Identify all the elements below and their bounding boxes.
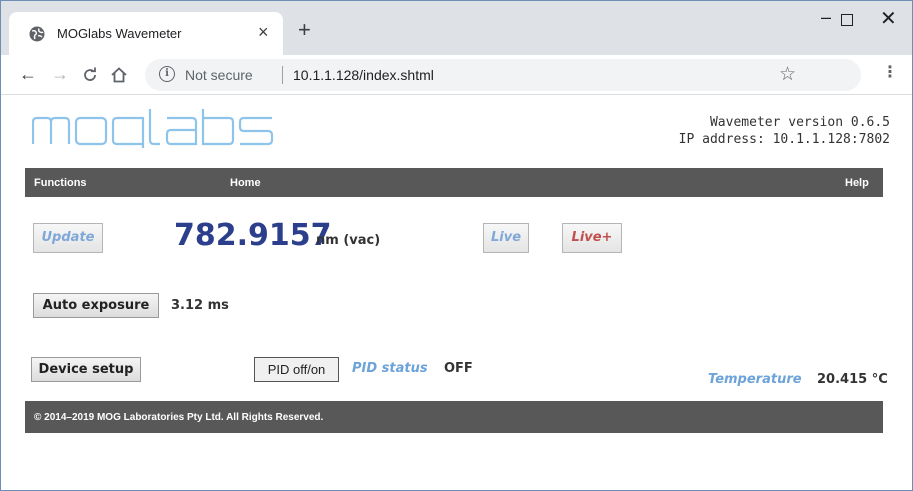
- wavelength-units: nm (vac): [316, 233, 381, 248]
- address-divider: [282, 66, 283, 84]
- update-button[interactable]: Update: [33, 223, 103, 253]
- reload-icon[interactable]: [81, 66, 99, 84]
- pid-toggle-button[interactable]: PID off/on: [254, 357, 339, 382]
- pid-status-label: PID status: [352, 361, 428, 376]
- tab-strip: MOGlabs Wavemeter × + – ✕: [1, 1, 912, 55]
- device-setup-button[interactable]: Device setup: [31, 357, 141, 382]
- live-button[interactable]: Live: [483, 223, 529, 253]
- browser-window: MOGlabs Wavemeter × + – ✕ ← → i Not secu…: [0, 0, 913, 491]
- maximize-icon[interactable]: [841, 14, 853, 26]
- menu-home[interactable]: Home: [230, 177, 261, 189]
- wavelength-readout: 782.9157: [174, 218, 332, 253]
- temperature-value: 20.415 °C: [817, 372, 888, 387]
- exposure-value: 3.12 ms: [171, 298, 229, 313]
- tab-close-icon[interactable]: ×: [258, 22, 269, 42]
- temperature-label: Temperature: [708, 372, 802, 387]
- live-plus-button[interactable]: Live+: [562, 223, 622, 253]
- kebab-menu-icon[interactable]: ⋮: [882, 63, 898, 83]
- page-content: Wavemeter version 0.6.5 IP address: 10.1…: [1, 96, 912, 490]
- page-footer: © 2014–2019 MOG Laboratories Pty Ltd. Al…: [25, 401, 883, 433]
- home-icon[interactable]: [110, 66, 128, 84]
- bookmark-star-icon[interactable]: ☆: [779, 63, 796, 86]
- globe-icon: [29, 26, 45, 42]
- browser-tab[interactable]: MOGlabs Wavemeter ×: [9, 12, 283, 55]
- back-arrow-icon[interactable]: ←: [19, 64, 37, 84]
- new-tab-button[interactable]: +: [298, 19, 311, 41]
- info-icon[interactable]: i: [159, 66, 175, 82]
- address-bar[interactable]: i Not secure 10.1.1.128/index.shtml ☆: [145, 59, 861, 91]
- menu-help[interactable]: Help: [845, 177, 869, 189]
- security-label: Not secure: [185, 67, 253, 83]
- window-close-icon[interactable]: ✕: [880, 9, 897, 29]
- main-menubar: Functions Home Help: [25, 168, 883, 197]
- tab-title: MOGlabs Wavemeter: [57, 26, 182, 41]
- pid-status-value: OFF: [444, 361, 473, 376]
- url-text[interactable]: 10.1.1.128/index.shtml: [293, 67, 434, 83]
- forward-arrow-icon[interactable]: →: [51, 64, 69, 84]
- version-text: Wavemeter version 0.6.5: [709, 115, 890, 130]
- menu-functions[interactable]: Functions: [34, 177, 87, 189]
- ip-address-text: IP address: 10.1.1.128:7802: [678, 132, 890, 147]
- browser-toolbar: ← → i Not secure 10.1.1.128/index.shtml …: [1, 55, 912, 95]
- copyright-text: © 2014–2019 MOG Laboratories Pty Ltd. Al…: [34, 412, 324, 423]
- moglabs-logo: [31, 108, 312, 153]
- auto-exposure-button[interactable]: Auto exposure: [33, 293, 159, 318]
- version-info: Wavemeter version 0.6.5 IP address: 10.1…: [679, 114, 890, 148]
- minimize-icon[interactable]: –: [821, 7, 831, 27]
- moglabs-logo-graphic: [31, 109, 274, 148]
